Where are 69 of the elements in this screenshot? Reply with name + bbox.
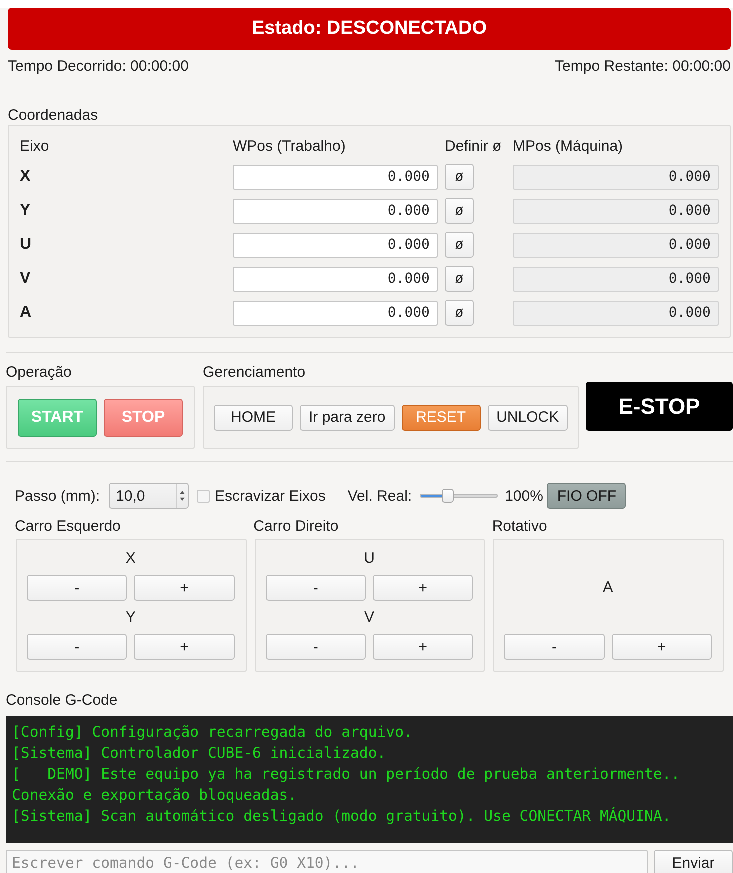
section-title: Operação bbox=[6, 363, 73, 383]
jog-minus-button[interactable]: - bbox=[504, 634, 605, 660]
jog-plus-button[interactable]: + bbox=[134, 575, 235, 601]
work-position-field[interactable]: 0.000 bbox=[233, 266, 438, 292]
jog-minus-button[interactable]: - bbox=[266, 575, 366, 601]
checkbox-label: Escravizar Eixos bbox=[215, 488, 326, 504]
console-line: [Sistema] Scan automático desligado (modo gratuito). Use CONECTAR MÁQUINA. bbox=[12, 806, 672, 827]
console-line: [Sistema] Controlador CUBE-6 inicializado. bbox=[12, 744, 388, 764]
set-zero-button[interactable]: ø bbox=[445, 300, 474, 326]
wire-toggle-button[interactable]: FIO OFF bbox=[547, 483, 626, 509]
section-title: Coordenadas bbox=[8, 107, 100, 125]
emergency-stop-button[interactable]: E-STOP bbox=[586, 382, 733, 431]
axis-label: A bbox=[20, 304, 33, 322]
axis-label: U bbox=[364, 550, 375, 568]
axis-label: V bbox=[20, 270, 32, 288]
console-line: [Config] Configuração recarregada do arquivo. bbox=[12, 723, 414, 743]
step-label: Passo (mm): bbox=[15, 488, 100, 504]
column-header: MPos (Máquina) bbox=[513, 137, 624, 156]
machine-position-field[interactable]: 0.000 bbox=[513, 300, 719, 326]
jog-minus-button[interactable]: - bbox=[27, 575, 128, 601]
speed-reading: 100% bbox=[505, 488, 544, 504]
work-position-field[interactable]: 0.000 bbox=[233, 300, 438, 326]
group-title: Carro Esquerdo bbox=[15, 517, 122, 537]
work-position-field[interactable]: 0.000 bbox=[233, 164, 438, 190]
axis-label: V bbox=[364, 608, 374, 626]
group-title: Carro Direito bbox=[254, 517, 340, 537]
console-line: Conexão e exportação bloqueadas. bbox=[12, 786, 298, 806]
step-field[interactable]: 10,0 bbox=[109, 483, 190, 509]
column-header: WPos (Trabalho) bbox=[233, 137, 347, 156]
axis-label: Y bbox=[20, 202, 32, 220]
management-button[interactable]: Ir para zero bbox=[300, 404, 395, 430]
console-line: [ DEMO] Este equipo ya ha registrado un período de prueba anteriormente.. bbox=[12, 765, 682, 785]
management-button[interactable]: UNLOCK bbox=[488, 404, 568, 430]
jog-plus-button[interactable]: + bbox=[134, 634, 235, 660]
section-title: Gerenciamento bbox=[203, 363, 307, 383]
machine-position-field[interactable]: 0.000 bbox=[513, 198, 719, 224]
checkbox[interactable] bbox=[197, 490, 210, 502]
send-button[interactable]: Enviar bbox=[654, 850, 733, 873]
jog-minus-button[interactable]: - bbox=[266, 634, 366, 660]
machine-position-field[interactable]: 0.000 bbox=[513, 164, 719, 190]
slider-thumb[interactable] bbox=[442, 489, 454, 503]
axis-label: X bbox=[126, 550, 136, 568]
jog-plus-button[interactable]: + bbox=[373, 634, 474, 660]
status-banner: Estado: DESCONECTADO bbox=[8, 8, 731, 50]
jog-plus-button[interactable]: + bbox=[612, 634, 712, 660]
work-position-field[interactable]: 0.000 bbox=[233, 198, 438, 224]
section-title: Console G-Code bbox=[6, 691, 119, 711]
command-field[interactable]: Escrever comando G-Code (ex: G0 X10)... bbox=[6, 850, 648, 873]
set-zero-button[interactable]: ø bbox=[445, 232, 474, 258]
remaining-time: Tempo Restante: 00:00:00 bbox=[555, 58, 731, 76]
speed-label: Vel. Real: bbox=[348, 488, 412, 504]
jog-plus-button[interactable]: + bbox=[373, 575, 474, 601]
management-button[interactable]: HOME bbox=[214, 404, 293, 430]
work-position-field[interactable]: 0.000 bbox=[233, 232, 438, 258]
axis-label: Y bbox=[126, 608, 136, 626]
column-header: Definir ø bbox=[445, 137, 503, 156]
set-zero-button[interactable]: ø bbox=[445, 266, 474, 292]
jog-minus-button[interactable]: - bbox=[27, 634, 128, 660]
elapsed-time: Tempo Decorrido: 00:00:00 bbox=[8, 58, 189, 76]
machine-position-field[interactable]: 0.000 bbox=[513, 232, 719, 258]
set-zero-button[interactable]: ø bbox=[445, 164, 474, 190]
group-title: Rotativo bbox=[492, 517, 548, 537]
machine-position-field[interactable]: 0.000 bbox=[513, 266, 719, 292]
axis-label: A bbox=[603, 579, 614, 597]
axis-label: U bbox=[20, 236, 33, 254]
column-header: Eixo bbox=[20, 137, 50, 156]
speed-slider[interactable] bbox=[420, 489, 498, 503]
axis-label: X bbox=[20, 168, 32, 186]
set-zero-button[interactable]: ø bbox=[445, 198, 474, 224]
